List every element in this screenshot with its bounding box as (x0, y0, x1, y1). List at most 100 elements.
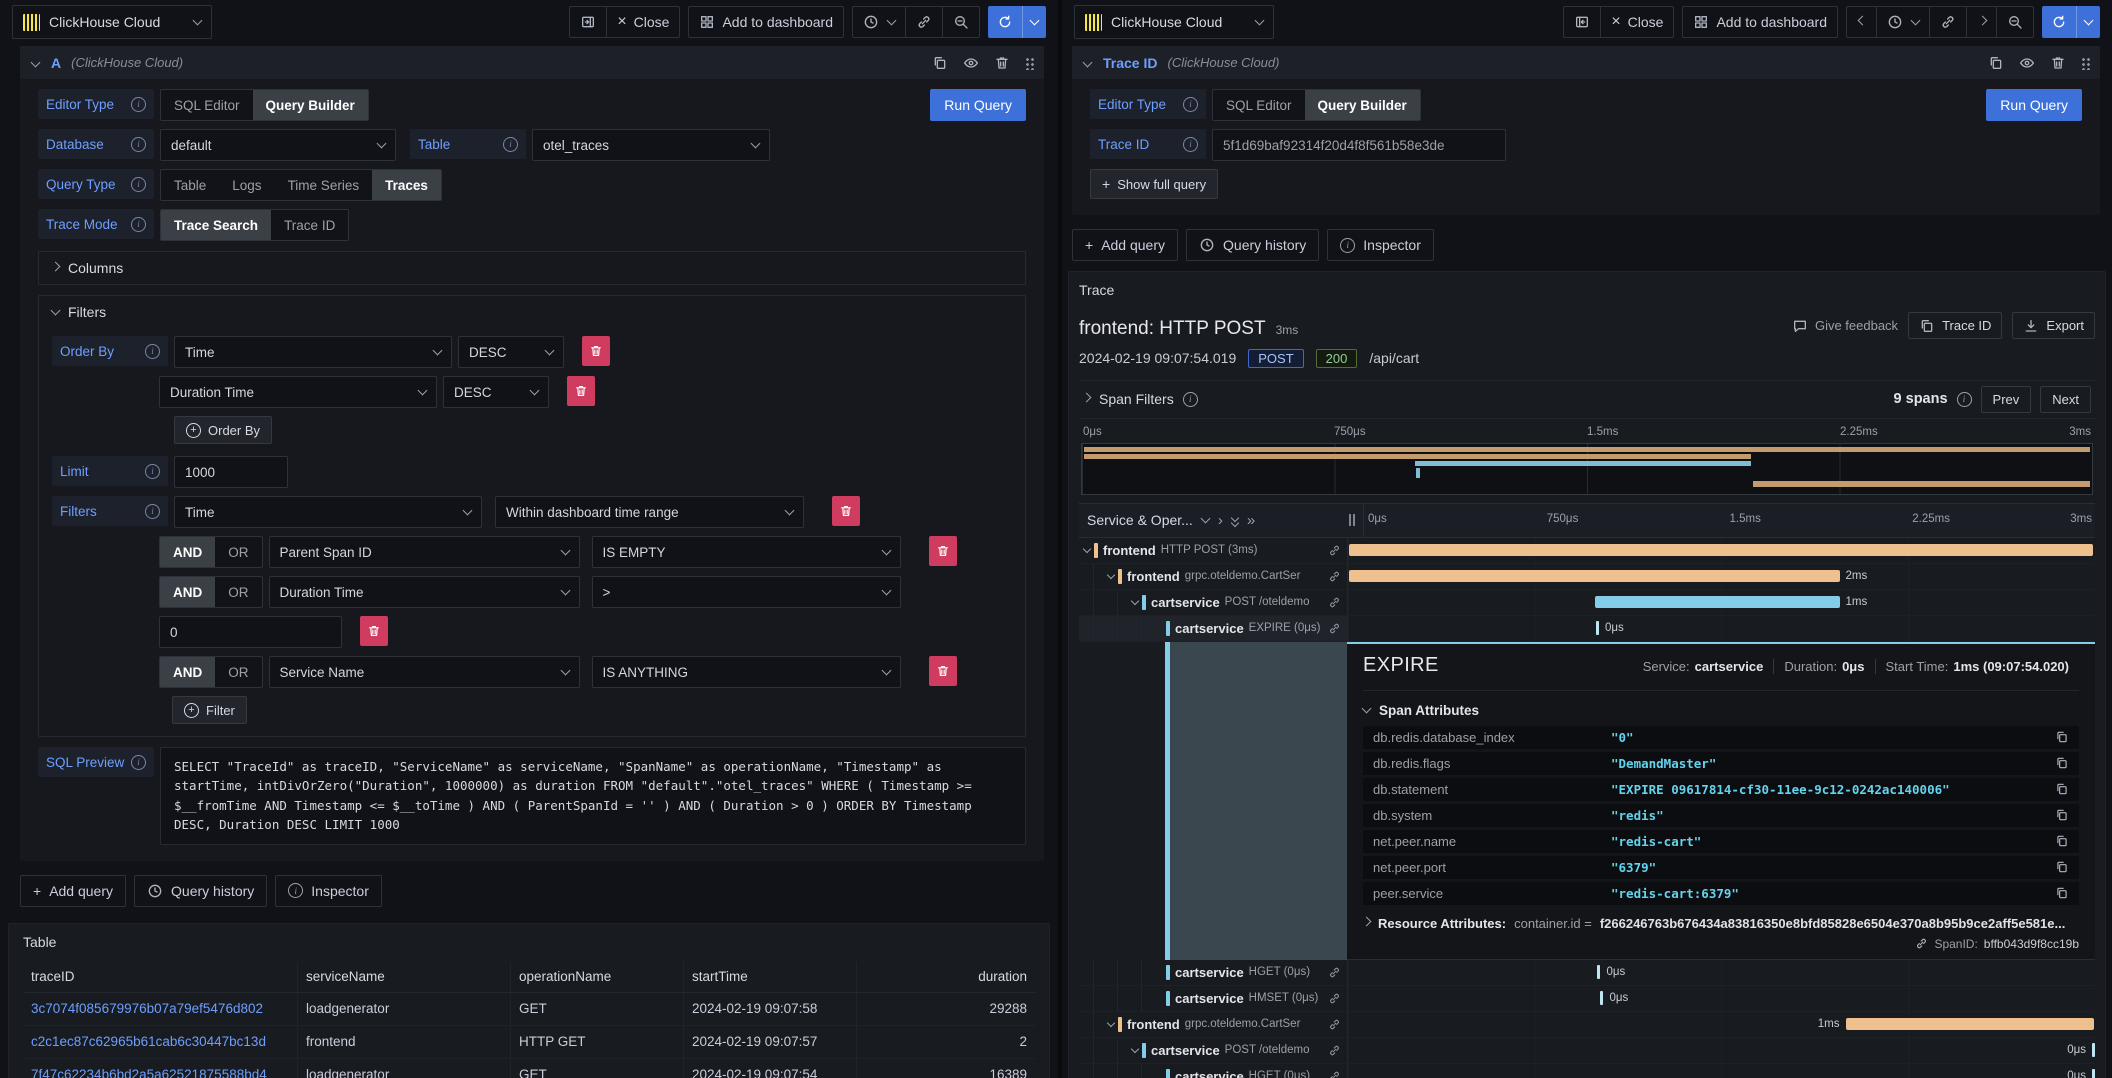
move-pane-right-button[interactable] (569, 6, 607, 38)
time-range-button[interactable] (852, 6, 906, 38)
span-name-cell[interactable]: cartserviceHMSET (0μs) (1079, 986, 1348, 1011)
time-range-button[interactable] (1876, 6, 1930, 38)
remove-order-by-button[interactable] (582, 336, 610, 366)
column-header[interactable]: operationName (511, 962, 684, 992)
add-query-button[interactable]: +Add query (1072, 229, 1178, 261)
add-to-dashboard-button[interactable]: Add to dashboard (1682, 6, 1838, 38)
span-timeline-cell[interactable]: 0μs (1348, 986, 2095, 1011)
time-shift-forward-button[interactable] (1966, 6, 1997, 38)
move-pane-left-button[interactable] (1563, 6, 1601, 38)
trace-mode-id[interactable]: Trace ID (271, 210, 348, 240)
filter-operator-select[interactable]: > (592, 576, 901, 608)
span-name-cell[interactable]: cartservicePOST /oteldemo (1079, 590, 1348, 615)
span-collapse-chevron-icon[interactable] (1103, 575, 1118, 578)
query-type-table[interactable]: Table (161, 170, 219, 200)
toggle-query-icon[interactable] (2019, 55, 2035, 71)
datasource-picker[interactable]: ClickHouse Cloud (12, 5, 212, 39)
span-name-cell[interactable]: cartserviceHGET (0μs) (1079, 960, 1348, 985)
give-feedback-button[interactable]: Give feedback (1792, 318, 1898, 334)
or-option[interactable]: OR (215, 577, 261, 607)
database-select[interactable]: default (160, 129, 396, 161)
copy-icon[interactable] (2055, 886, 2069, 900)
filter-field-select[interactable]: Service Name (269, 656, 580, 688)
duplicate-query-icon[interactable] (1988, 55, 2004, 71)
span-timeline-cell[interactable]: 1ms (1348, 590, 2095, 615)
span-link-icon[interactable] (1328, 570, 1341, 583)
span-name-cell[interactable]: cartservicePOST /oteldemo (1079, 1038, 1348, 1063)
time-shift-back-button[interactable] (1846, 6, 1877, 38)
zoom-out-button[interactable] (1996, 6, 2034, 38)
query-history-button[interactable]: Query history (134, 875, 267, 907)
trace-id-input[interactable] (1212, 129, 1506, 161)
span-collapse-chevron-icon[interactable] (1127, 601, 1142, 604)
copy-icon[interactable] (2055, 834, 2069, 848)
filters-section-toggle[interactable]: Filters (52, 304, 1012, 320)
order-by-field-select[interactable]: Duration Time (159, 376, 437, 408)
add-to-dashboard-button[interactable]: Add to dashboard (688, 6, 844, 38)
copy-icon[interactable] (2055, 782, 2069, 796)
sql-editor-option[interactable]: SQL Editor (1213, 90, 1305, 120)
delete-query-icon[interactable] (2050, 55, 2066, 71)
column-header[interactable]: serviceName (298, 962, 511, 992)
show-full-query-button[interactable]: +Show full query (1090, 169, 1218, 199)
share-link-button[interactable] (1929, 6, 1967, 38)
resource-attributes-toggle[interactable]: Resource Attributes: container.id = f266… (1363, 916, 2079, 931)
next-span-button[interactable]: Next (2040, 386, 2091, 413)
query-type-timeseries[interactable]: Time Series (275, 170, 373, 200)
query-editor-a-header[interactable]: A (ClickHouse Cloud) (20, 46, 1044, 79)
link-icon[interactable] (1915, 937, 1928, 950)
trace-id-link[interactable]: c2c1ec87c62965b61cab6c30447bc13d (23, 1026, 298, 1058)
query-type-traces[interactable]: Traces (372, 170, 441, 200)
order-by-dir-select[interactable]: DESC (458, 336, 564, 368)
span-timeline-cell[interactable] (1348, 538, 2095, 563)
filter-field-select[interactable]: Duration Time (269, 576, 580, 608)
copy-icon[interactable] (2055, 756, 2069, 770)
filter-operator-select[interactable]: Within dashboard time range (495, 496, 804, 528)
expand-all-icon[interactable]: » (1247, 513, 1255, 528)
span-filters-label[interactable]: Span Filters (1099, 391, 1174, 407)
collapse-chevron-icon[interactable] (31, 58, 41, 68)
span-link-icon[interactable] (1328, 622, 1341, 635)
span-link-icon[interactable] (1328, 544, 1341, 557)
span-row[interactable]: cartservicePOST /oteldemo1ms (1079, 590, 2095, 616)
span-timeline-cell[interactable]: 0μs (1348, 960, 2095, 985)
span-timeline-cell[interactable]: 2ms (1348, 564, 2095, 589)
duplicate-query-icon[interactable] (932, 55, 948, 71)
span-row[interactable]: cartserviceHGET (0μs)0μs (1079, 960, 2095, 986)
copy-icon[interactable] (2055, 860, 2069, 874)
run-query-button[interactable]: Run Query (930, 89, 1026, 121)
export-button[interactable]: Export (2012, 312, 2095, 339)
limit-input[interactable] (174, 456, 288, 488)
and-option[interactable]: AND (160, 537, 215, 567)
span-attributes-toggle[interactable]: Span Attributes (1363, 690, 2079, 718)
span-link-icon[interactable] (1328, 992, 1341, 1005)
copy-icon[interactable] (2055, 808, 2069, 822)
span-name-cell[interactable]: cartserviceEXPIRE (0μs) (1079, 616, 1348, 641)
span-name-cell[interactable]: cartserviceHGET (0μs) (1079, 1064, 1348, 1078)
add-filter-button[interactable]: +Filter (172, 696, 247, 724)
span-link-icon[interactable] (1328, 966, 1341, 979)
prev-span-button[interactable]: Prev (1981, 386, 2032, 413)
add-order-by-button[interactable]: +Order By (174, 416, 272, 444)
filter-operator-select[interactable]: IS EMPTY (592, 536, 901, 568)
and-option[interactable]: AND (160, 657, 215, 687)
chevron-right-icon[interactable] (1082, 393, 1092, 403)
trace-minimap[interactable]: 0μs 750μs 1.5ms 2.25ms 3ms (1081, 426, 2093, 495)
collapse-all-icon[interactable] (1232, 515, 1238, 525)
minimap-canvas[interactable] (1081, 443, 2093, 495)
column-header[interactable]: startTime (684, 962, 857, 992)
span-collapse-chevron-icon[interactable] (1127, 1049, 1142, 1052)
query-builder-option[interactable]: Query Builder (1305, 90, 1420, 120)
span-collapse-chevron-icon[interactable] (1079, 549, 1094, 552)
span-row[interactable]: frontendgrpc.oteldemo.CartSer1ms (1079, 1012, 2095, 1038)
datasource-picker[interactable]: ClickHouse Cloud (1074, 5, 1274, 39)
service-operation-label[interactable]: Service & Oper... (1087, 512, 1193, 528)
or-option[interactable]: OR (215, 657, 261, 687)
inspector-button[interactable]: iInspector (275, 875, 382, 907)
run-refresh-split-button[interactable] (2042, 6, 2100, 38)
span-row[interactable]: cartserviceHGET (0μs)0μs (1079, 1064, 2095, 1078)
remove-filter-button[interactable] (929, 656, 957, 686)
span-row[interactable]: cartserviceEXPIRE (0μs)0μs (1079, 616, 2095, 642)
columns-section-toggle[interactable]: Columns (52, 260, 1012, 276)
zoom-out-button[interactable] (942, 6, 980, 38)
